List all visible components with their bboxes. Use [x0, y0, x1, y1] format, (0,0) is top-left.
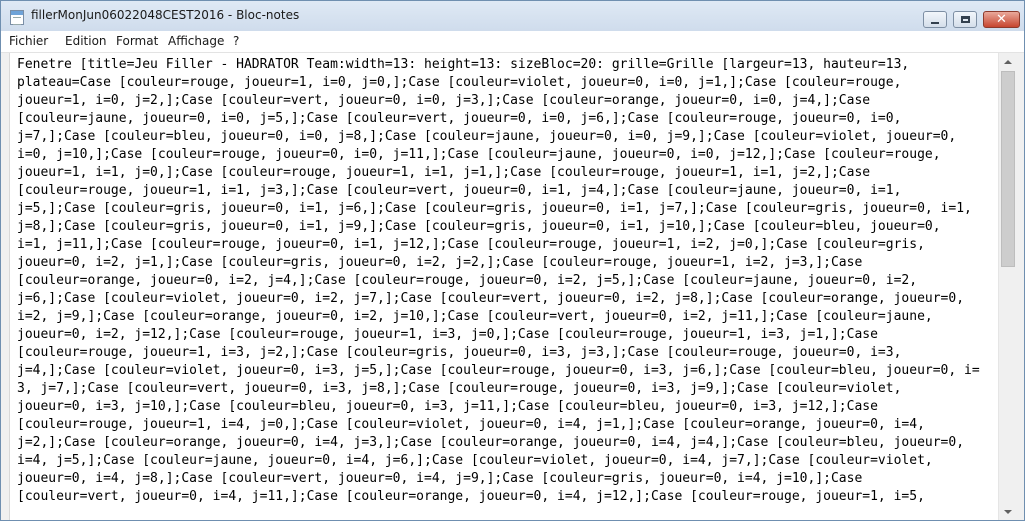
document-text: Fenetre [title=Jeu Filler - HADRATOR Tea…	[17, 56, 980, 506]
title-bar[interactable]: fillerMonJun06022048CEST2016 - Bloc-note…	[1, 1, 1024, 31]
window-title: fillerMonJun06022048CEST2016 - Bloc-note…	[31, 8, 300, 22]
text-line: joueur=1, i=0, j=2,];Case [couleur=vert,…	[17, 93, 871, 108]
text-line: j=7,];Case [couleur=bleu, joueur=0, i=0,…	[17, 129, 957, 144]
notepad-icon[interactable]	[10, 10, 24, 25]
text-line: 3, j=7,];Case [couleur=vert, joueur=0, i…	[17, 381, 902, 396]
text-editor[interactable]: Fenetre [title=Jeu Filler - HADRATOR Tea…	[9, 53, 999, 520]
scroll-down-button[interactable]	[999, 503, 1017, 520]
notepad-window: fillerMonJun06022048CEST2016 - Bloc-note…	[0, 0, 1025, 521]
minimize-button[interactable]	[923, 11, 947, 28]
text-line: joueur=0, i=3, j=10,];Case [couleur=bleu…	[17, 399, 878, 414]
close-icon: ✕	[996, 12, 1007, 27]
menu-fichier[interactable]: Fichier	[9, 34, 48, 48]
text-line: [couleur=jaune, joueur=0, i=0, j=5,];Cas…	[17, 111, 902, 126]
minimize-icon	[931, 21, 939, 24]
text-line: j=8,];Case [couleur=gris, joueur=0, i=1,…	[17, 219, 941, 234]
text-line: j=6,];Case [couleur=violet, joueur=0, i=…	[17, 291, 965, 306]
text-line: Fenetre [title=Jeu Filler - HADRATOR Tea…	[17, 57, 910, 72]
text-line: i=0, j=10,];Case [couleur=rouge, joueur=…	[17, 147, 941, 162]
text-line: [couleur=rouge, joueur=1, i=3, j=2,];Cas…	[17, 345, 902, 360]
text-line: j=2,];Case [couleur=orange, joueur=0, i=…	[17, 435, 965, 450]
text-line: joueur=0, i=2, j=1,];Case [couleur=gris,…	[17, 255, 863, 270]
menu-edition[interactable]: Edition	[65, 34, 107, 48]
scroll-down-icon	[1004, 509, 1012, 514]
text-line: [couleur=rouge, joueur=1, i=1, j=3,];Cas…	[17, 183, 902, 198]
scroll-up-icon	[1004, 59, 1012, 64]
close-button[interactable]: ✕	[983, 11, 1020, 28]
menu-bar: Fichier Edition Format Affichage ?	[1, 31, 1024, 53]
text-line: joueur=0, i=4, j=8,];Case [couleur=vert,…	[17, 471, 863, 486]
menu-help[interactable]: ?	[233, 34, 239, 48]
text-line: i=2, j=9,];Case [couleur=orange, joueur=…	[17, 309, 933, 324]
maximize-icon	[960, 16, 970, 23]
text-line: j=5,];Case [couleur=gris, joueur=0, i=1,…	[17, 201, 972, 216]
menu-affichage[interactable]: Affichage	[168, 34, 224, 48]
vertical-scrollbar[interactable]	[998, 53, 1017, 520]
text-line: i=1, j=11,];Case [couleur=rouge, joueur=…	[17, 237, 925, 252]
window-edge	[1017, 53, 1024, 520]
scrollbar-thumb[interactable]	[1001, 71, 1015, 267]
text-line: j=4,];Case [couleur=violet, joueur=0, i=…	[17, 363, 980, 378]
scroll-up-button[interactable]	[999, 53, 1017, 70]
maximize-button[interactable]	[953, 11, 977, 28]
menu-format[interactable]: Format	[116, 34, 158, 48]
text-line: i=4, j=5,];Case [couleur=jaune, joueur=0…	[17, 453, 933, 468]
text-line: [couleur=rouge, joueur=1, i=4, j=0,];Cas…	[17, 417, 925, 432]
text-line: plateau=Case [couleur=rouge, joueur=1, i…	[17, 75, 902, 90]
text-line: [couleur=orange, joueur=0, i=2, j=4,];Ca…	[17, 273, 918, 288]
text-line: joueur=0, i=2, j=12,];Case [couleur=roug…	[17, 327, 878, 342]
text-line: joueur=1, i=1, j=0,];Case [couleur=rouge…	[17, 165, 871, 180]
text-line: [couleur=vert, joueur=0, i=4, j=11,];Cas…	[17, 489, 925, 504]
